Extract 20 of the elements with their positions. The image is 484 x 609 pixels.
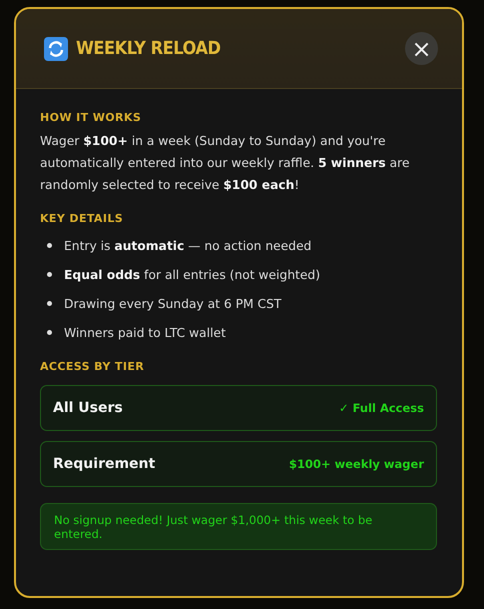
detail-item: Entry is automatic — no action needed [64,238,312,252]
bullet-icon [47,301,52,306]
detail-item: Equal odds for all entries (not weighted) [64,268,320,282]
detail-item: Winners paid to LTC wallet [64,326,226,340]
refresh-icon [44,36,68,60]
tier-value: ✓ Full Access [338,401,424,415]
description-text: Wager $100+ in a week (Sunday to Sunday) and you're automatically entered into our weekly raffle. 5 winners are randomly selected to receive $100 each! [40,133,411,194]
detail-item: Drawing every Sunday at 6 PM CST [64,296,282,310]
modal-title: WEEKLY RELOAD [76,38,222,59]
bullet-icon [47,330,52,335]
notice-banner: No signup needed! Just wager $1,000+ this week to be entered. [40,503,437,550]
bullet-icon [47,243,52,248]
tier-value: $100+ weekly wager [288,457,424,471]
tier-label: Requirement [53,456,156,472]
bullet-icon [47,272,52,277]
tier-label: All Users [53,400,123,416]
section-heading: HOW IT WORKS [40,111,142,124]
section-heading: KEY DETAILS [40,212,124,225]
section-heading: ACCESS BY TIER [40,360,146,373]
close-button[interactable]: × [405,32,438,65]
